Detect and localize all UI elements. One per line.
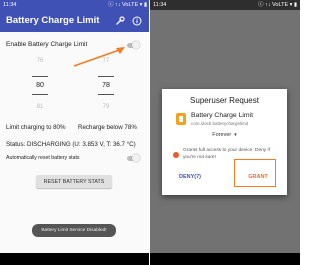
dropdown-icon: ▾ <box>234 132 237 138</box>
status-icons: ⓒ ↑↓ VoLTE ▾ ▮ <box>257 2 297 8</box>
grant-highlight-box <box>234 159 276 187</box>
dialog-app-name: Battery Charge Limit <box>191 112 253 119</box>
recharge-text: Recharge below 78% <box>78 124 137 131</box>
right-screen: 11:34 ⓒ ↑↓ VoLTE ▾ ▮ Superuser Request B… <box>150 0 300 265</box>
limit-text: Limit charging to 80% <box>6 124 66 131</box>
picker-right-next: 79 <box>102 104 110 110</box>
reset-battery-stats-button[interactable]: RESET BATTERY STATS <box>36 175 112 188</box>
navigation-bar <box>150 253 300 265</box>
status-text: Status: DISCHARGING (U: 3.853 V, T: 36.7… <box>6 141 136 148</box>
navigation-bar <box>0 253 150 265</box>
warning-dot-icon <box>173 152 179 158</box>
picker-right-line-bottom <box>98 94 114 95</box>
dialog-package: com.slosh.batterychargelimit <box>191 121 249 126</box>
status-time: 11:34 <box>3 2 17 8</box>
picker-left-next: 81 <box>36 104 44 110</box>
picker-right-line-top <box>98 76 114 77</box>
app-bar: Battery Charge Limit <box>0 10 150 32</box>
picker-left-prev: 76 <box>36 58 44 64</box>
toast-message: Battery Limit Service Disabled! <box>32 224 116 237</box>
duration-value: Forever <box>212 132 232 138</box>
left-screen: 11:34 ⓒ ↑↓ VoLTE ▾ ▮ Battery Charge Limi… <box>0 0 150 265</box>
annotation-arrow <box>73 47 125 67</box>
deny-button[interactable]: DENY(7) <box>170 170 210 184</box>
dialog-title: Superuser Request <box>190 96 259 105</box>
auto-reset-switch[interactable] <box>127 154 140 162</box>
auto-reset-label: Automatically reset battery stats <box>6 155 80 161</box>
picker-left-line-top <box>32 76 48 77</box>
status-icons: ⓒ ↑↓ VoLTE ▾ ▮ <box>107 2 147 8</box>
wrench-icon[interactable] <box>114 15 126 27</box>
status-bar: 11:34 ⓒ ↑↓ VoLTE ▾ ▮ <box>150 0 300 10</box>
picker-right-value[interactable]: 78 <box>96 82 116 89</box>
app-title: Battery Charge Limit <box>6 15 100 26</box>
status-bar: 11:34 ⓒ ↑↓ VoLTE ▾ ▮ <box>0 0 150 10</box>
picker-left-line-bottom <box>32 94 48 95</box>
status-time: 11:34 <box>153 2 167 8</box>
app-icon <box>176 113 186 125</box>
duration-select[interactable]: Forever ▾ <box>202 130 247 140</box>
picker-left-value[interactable]: 80 <box>30 82 50 89</box>
info-icon[interactable] <box>131 15 143 27</box>
